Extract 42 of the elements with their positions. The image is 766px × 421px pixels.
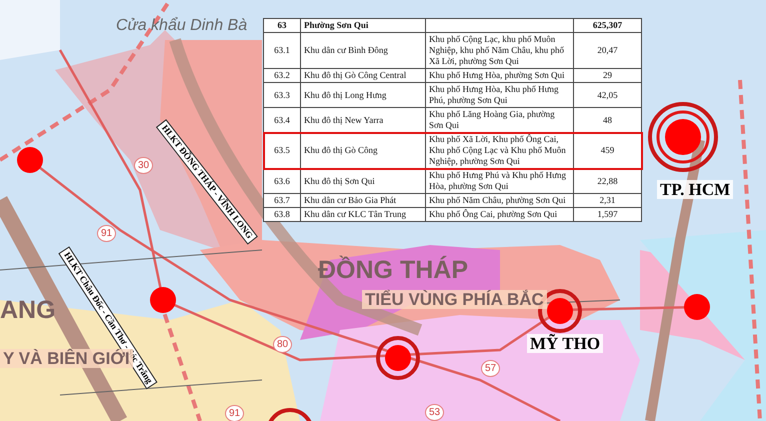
table-cell: Khu phố Năm Châu, phường Sơn Qui <box>426 194 574 208</box>
table-cell: 2,31 <box>574 194 642 208</box>
table-cell: Khu phố Cộng Lạc, khu phố Muôn Nghiệp, khu phố Năm Châu, khu phố Xã Lời, phường Sơn Qui <box>426 32 574 68</box>
table-row[interactable]: 63.4 Khu đô thị New Yarra Khu phố Lăng Hoàng Gia, phường Sơn Qui 48 <box>264 108 642 132</box>
table-cell: 63 <box>264 18 300 32</box>
table-cell: 63.1 <box>264 32 300 68</box>
table-cell: 63.8 <box>264 208 300 222</box>
table-cell: 63.6 <box>264 168 300 194</box>
table-cell: Khu phố Hưng Hòa, phường Sơn Qui <box>426 68 574 82</box>
map-label: TIỂU VÙNG PHÍA BẮC <box>362 290 547 309</box>
table-cell: Khu dân cư Bảo Gia Phát <box>300 194 426 208</box>
table-cell: 63.4 <box>264 108 300 132</box>
table-cell: 63.3 <box>264 82 300 108</box>
table-row[interactable]: 63.1 Khu dân cư Bình Đông Khu phố Cộng Lạc, khu phố Muôn Nghiệp, khu phố Năm Châu, khu phố Xã Lời, phường Sơn Qui 20,47 <box>264 32 642 68</box>
map-label: TP. HCM <box>657 180 734 199</box>
table-cell: 22,88 <box>574 168 642 194</box>
table-cell: Khu đô thị Gò Công Central <box>300 68 426 82</box>
map-label: Cửa khẩu Dinh Bà <box>116 18 248 34</box>
table-cell: Khu đô thị Sơn Qui <box>300 168 426 194</box>
table-row[interactable]: 63.6 Khu đô thị Sơn Qui Khu phố Hưng Phú và Khu phố Hưng Hòa, phường Sơn Qui 22,88 <box>264 168 642 194</box>
table-row[interactable]: 63.3 Khu đô thị Long Hưng Khu phố Hưng Hòa, Khu phố Hưng Phú, phường Sơn Qui 42,05 <box>264 82 642 108</box>
table-cell: 625,307 <box>574 18 642 32</box>
table-cell: Khu dân cư Bình Đông <box>300 32 426 68</box>
table-row[interactable]: 63.7 Khu dân cư Bảo Gia Phát Khu phố Năm Châu, phường Sơn Qui 2,31 <box>264 194 642 208</box>
table-row[interactable]: 63.2 Khu đô thị Gò Công Central Khu phố Hưng Hòa, phường Sơn Qui 29 <box>264 68 642 82</box>
table-cell: 63.7 <box>264 194 300 208</box>
map-label: ANG <box>0 298 56 323</box>
table-cell: 29 <box>574 68 642 82</box>
table-cell: 1,597 <box>574 208 642 222</box>
table-cell: 42,05 <box>574 82 642 108</box>
table-row[interactable]: 63.8 Khu dân cư KLC Tân Trung Khu phố Ông Cai, phường Sơn Qui 1,597 <box>264 208 642 222</box>
table-cell: Khu phố Hưng Hòa, Khu phố Hưng Phú, phường Sơn Qui <box>426 82 574 108</box>
table-cell: 20,47 <box>574 32 642 68</box>
highlighted-table-row[interactable]: 63.5 Khu đô thị Gò Công Khu phố Xã Lời, Khu phố Ông Cai, Khu phố Cộng Lạc và Khu phố Muôn Nghiệp, phường Sơn Qui 459 <box>264 132 642 168</box>
table-cell: Khu đô thị Long Hưng <box>300 82 426 108</box>
table-cell: Khu phố Hưng Phú và Khu phố Hưng Hòa, phường Sơn Qui <box>426 168 574 194</box>
table-cell: Phường Sơn Qui <box>300 18 426 32</box>
map-label: MỸ THO <box>527 334 604 353</box>
table-cell: Khu phố Ông Cai, phường Sơn Qui <box>426 208 574 222</box>
table-cell: 63.2 <box>264 68 300 82</box>
table-cell: Khu dân cư KLC Tân Trung <box>300 208 426 222</box>
map-label: ĐỒNG THÁP <box>318 258 468 283</box>
